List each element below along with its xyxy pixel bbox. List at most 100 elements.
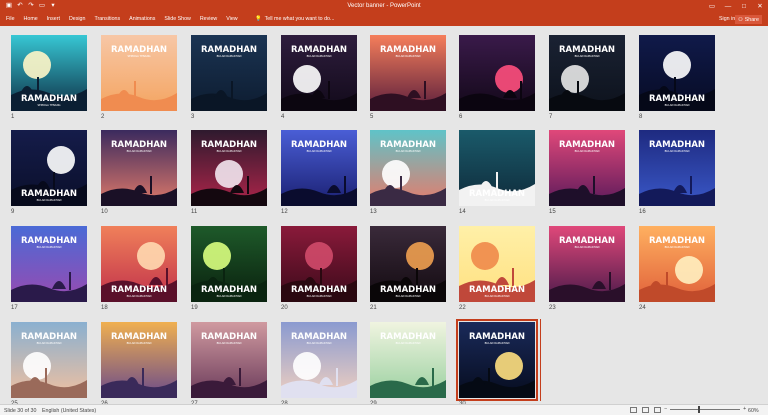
slide-number: 1 [11, 114, 15, 120]
minaret [328, 81, 330, 99]
slide-thumbnail[interactable]: RAMADHAN BULAN RAMADHAN [281, 322, 357, 398]
slide-thumbnail[interactable]: RAMADHAN BULAN RAMADHAN [191, 35, 267, 111]
slide-preview-image: RAMADHANBULAN RAMADHAN [370, 322, 446, 398]
moon-shape [675, 256, 703, 284]
language-indicator[interactable]: English (United States) [42, 408, 96, 414]
slide-thumbnail[interactable]: RAMADHAN SEMOGA TENANG [101, 35, 177, 111]
slide-counter: Slide 30 of 30 [4, 408, 37, 414]
slide-thumbnail[interactable]: RAMADHAN BULAN RAMADHAN [370, 226, 446, 302]
slide-number: 4 [281, 114, 285, 120]
tab-view[interactable]: View [226, 16, 237, 22]
minimize-icon[interactable]: — [720, 0, 736, 13]
slide-subtitle-text: BULAN RAMADHAN [575, 54, 600, 58]
zoom-slider[interactable] [670, 405, 741, 413]
slide-title-text: RAMADHAN [649, 94, 705, 104]
zoom-slider-thumb[interactable] [698, 405, 701, 413]
minaret [142, 368, 144, 386]
minaret [231, 81, 233, 99]
slide-number: 6 [459, 114, 463, 120]
slide-preview-image: RAMADHANBULAN RAMADHAN [459, 322, 535, 398]
zoom-control: − + [664, 405, 746, 413]
slide-preview-image: RAMADHANBULAN RAMADHAN [191, 226, 267, 302]
tab-transitions[interactable]: Transitions [94, 16, 120, 22]
slide-thumbnail[interactable]: RAMADHAN BULAN RAMADHAN [101, 322, 177, 398]
slide-thumbnail[interactable] [459, 35, 535, 111]
slide-sorter: RAMADHAN SEMOGA TENANG 1 RAMADHAN SEMOGA TEN… [0, 26, 768, 407]
slide-thumbnail[interactable]: RAMADHAN BULAN RAMADHAN [549, 226, 625, 302]
slide-subtitle-text: BULAN RAMADHAN [485, 198, 510, 202]
minaret [37, 77, 39, 95]
slide-thumbnail[interactable]: RAMADHAN BULAN RAMADHAN [11, 226, 87, 302]
slide-thumbnail[interactable]: RAMADHAN BULAN RAMADHAN [459, 130, 535, 206]
tab-home[interactable]: Home [24, 16, 38, 22]
ribbon-display-options-icon[interactable]: ▭ [704, 0, 720, 13]
slide-preview-image: RAMADHANBULAN RAMADHAN [191, 130, 267, 206]
slide-thumbnail[interactable]: RAMADHAN BULAN RAMADHAN [456, 319, 538, 401]
slide-thumbnail[interactable]: RAMADHAN BULAN RAMADHAN [370, 35, 446, 111]
window-title: Vector banner - PowerPoint [347, 3, 421, 9]
slide-preview-image: RAMADHANBULAN RAMADHAN [191, 35, 267, 111]
slide-thumbnail[interactable]: RAMADHAN BULAN RAMADHAN [281, 35, 357, 111]
minaret [520, 81, 522, 99]
minaret [609, 272, 611, 290]
tell-me-box[interactable]: 💡 Tell me what you want to do... [255, 16, 334, 22]
slide-thumbnail[interactable]: RAMADHAN BULAN RAMADHAN [281, 226, 357, 302]
share-button[interactable]: ⚇ Share [735, 15, 762, 24]
slide-preview-image: RAMADHANBULAN RAMADHAN [370, 226, 446, 302]
tab-review[interactable]: Review [200, 16, 217, 22]
minaret [166, 268, 168, 286]
slide-thumbnail[interactable]: RAMADHAN BULAN RAMADHAN [191, 226, 267, 302]
slide-thumbnail[interactable]: RAMADHAN BULAN RAMADHAN [639, 226, 715, 302]
slide-title-text: RAMADHAN [111, 332, 167, 342]
zoom-in-icon[interactable]: + [743, 406, 746, 412]
tab-slide-show[interactable]: Slide Show [164, 16, 191, 22]
slide-subtitle-text: BULAN RAMADHAN [37, 198, 62, 202]
slide-thumbnail[interactable]: RAMADHAN BULAN RAMADHAN [639, 35, 715, 111]
tab-file[interactable]: File [6, 16, 15, 22]
slide-preview-image: RAMADHANBULAN RAMADHAN [191, 322, 267, 398]
slide-thumbnail[interactable]: RAMADHAN BULAN RAMADHAN [549, 130, 625, 206]
slide-thumbnail[interactable]: RAMADHAN BULAN RAMADHAN [191, 130, 267, 206]
slide-thumbnail[interactable]: RAMADHAN BULAN RAMADHAN [370, 130, 446, 206]
tab-design[interactable]: Design [69, 16, 86, 22]
slide-subtitle-text: BULAN RAMADHAN [217, 341, 242, 345]
normal-view-icon[interactable] [630, 407, 637, 413]
slide-thumbnail[interactable]: RAMADHAN BULAN RAMADHAN [639, 130, 715, 206]
moon-shape [203, 242, 231, 270]
slide-subtitle-text: BULAN RAMADHAN [575, 149, 600, 153]
reading-view-icon[interactable] [654, 407, 661, 413]
minaret [45, 368, 47, 386]
slide-thumbnail[interactable]: RAMADHAN BULAN RAMADHAN [370, 322, 446, 398]
tab-insert[interactable]: Insert [47, 16, 60, 22]
slide-preview-image [459, 35, 535, 111]
slide-number: 15 [549, 209, 556, 215]
slide-subtitle-text: BULAN RAMADHAN [127, 149, 152, 153]
person-icon: ⚇ [738, 16, 743, 23]
slide-thumbnail[interactable]: RAMADHAN BULAN RAMADHAN [191, 322, 267, 398]
tab-animations[interactable]: Animations [129, 16, 155, 22]
slide-title-text: RAMADHAN [21, 189, 77, 199]
title-bar: ▣ ↶ ↷ ▭ ▾ Vector banner - PowerPoint ▭ —… [0, 0, 768, 13]
slide-sorter-view-icon[interactable] [642, 407, 649, 413]
slide-number: 8 [639, 114, 643, 120]
slide-thumbnail[interactable]: RAMADHAN SEMOGA TENANG [11, 35, 87, 111]
slide-number: 13 [370, 209, 377, 215]
slide-thumbnail[interactable]: RAMADHAN BULAN RAMADHAN [11, 130, 87, 206]
slide-thumbnail[interactable]: RAMADHAN BULAN RAMADHAN [101, 226, 177, 302]
zoom-level[interactable]: 60% [748, 408, 759, 414]
moon-shape [406, 242, 434, 270]
slide-title-text: RAMADHAN [559, 236, 615, 246]
moon-shape [293, 65, 321, 93]
minaret [344, 176, 346, 194]
maximize-icon[interactable]: □ [736, 0, 752, 13]
sign-in-link[interactable]: Sign in [719, 16, 735, 22]
slide-subtitle-text: BULAN RAMADHAN [127, 341, 152, 345]
close-icon[interactable]: ✕ [752, 0, 768, 13]
minaret [496, 172, 498, 190]
slide-thumbnail[interactable]: RAMADHAN BULAN RAMADHAN [281, 130, 357, 206]
slide-thumbnail[interactable]: RAMADHAN BULAN RAMADHAN [101, 130, 177, 206]
slide-thumbnail[interactable]: RAMADHAN BULAN RAMADHAN [11, 322, 87, 398]
slide-thumbnail[interactable]: RAMADHAN BULAN RAMADHAN [549, 35, 625, 111]
slide-thumbnail[interactable]: RAMADHAN BULAN RAMADHAN [459, 226, 535, 302]
zoom-out-icon[interactable]: − [664, 406, 667, 412]
